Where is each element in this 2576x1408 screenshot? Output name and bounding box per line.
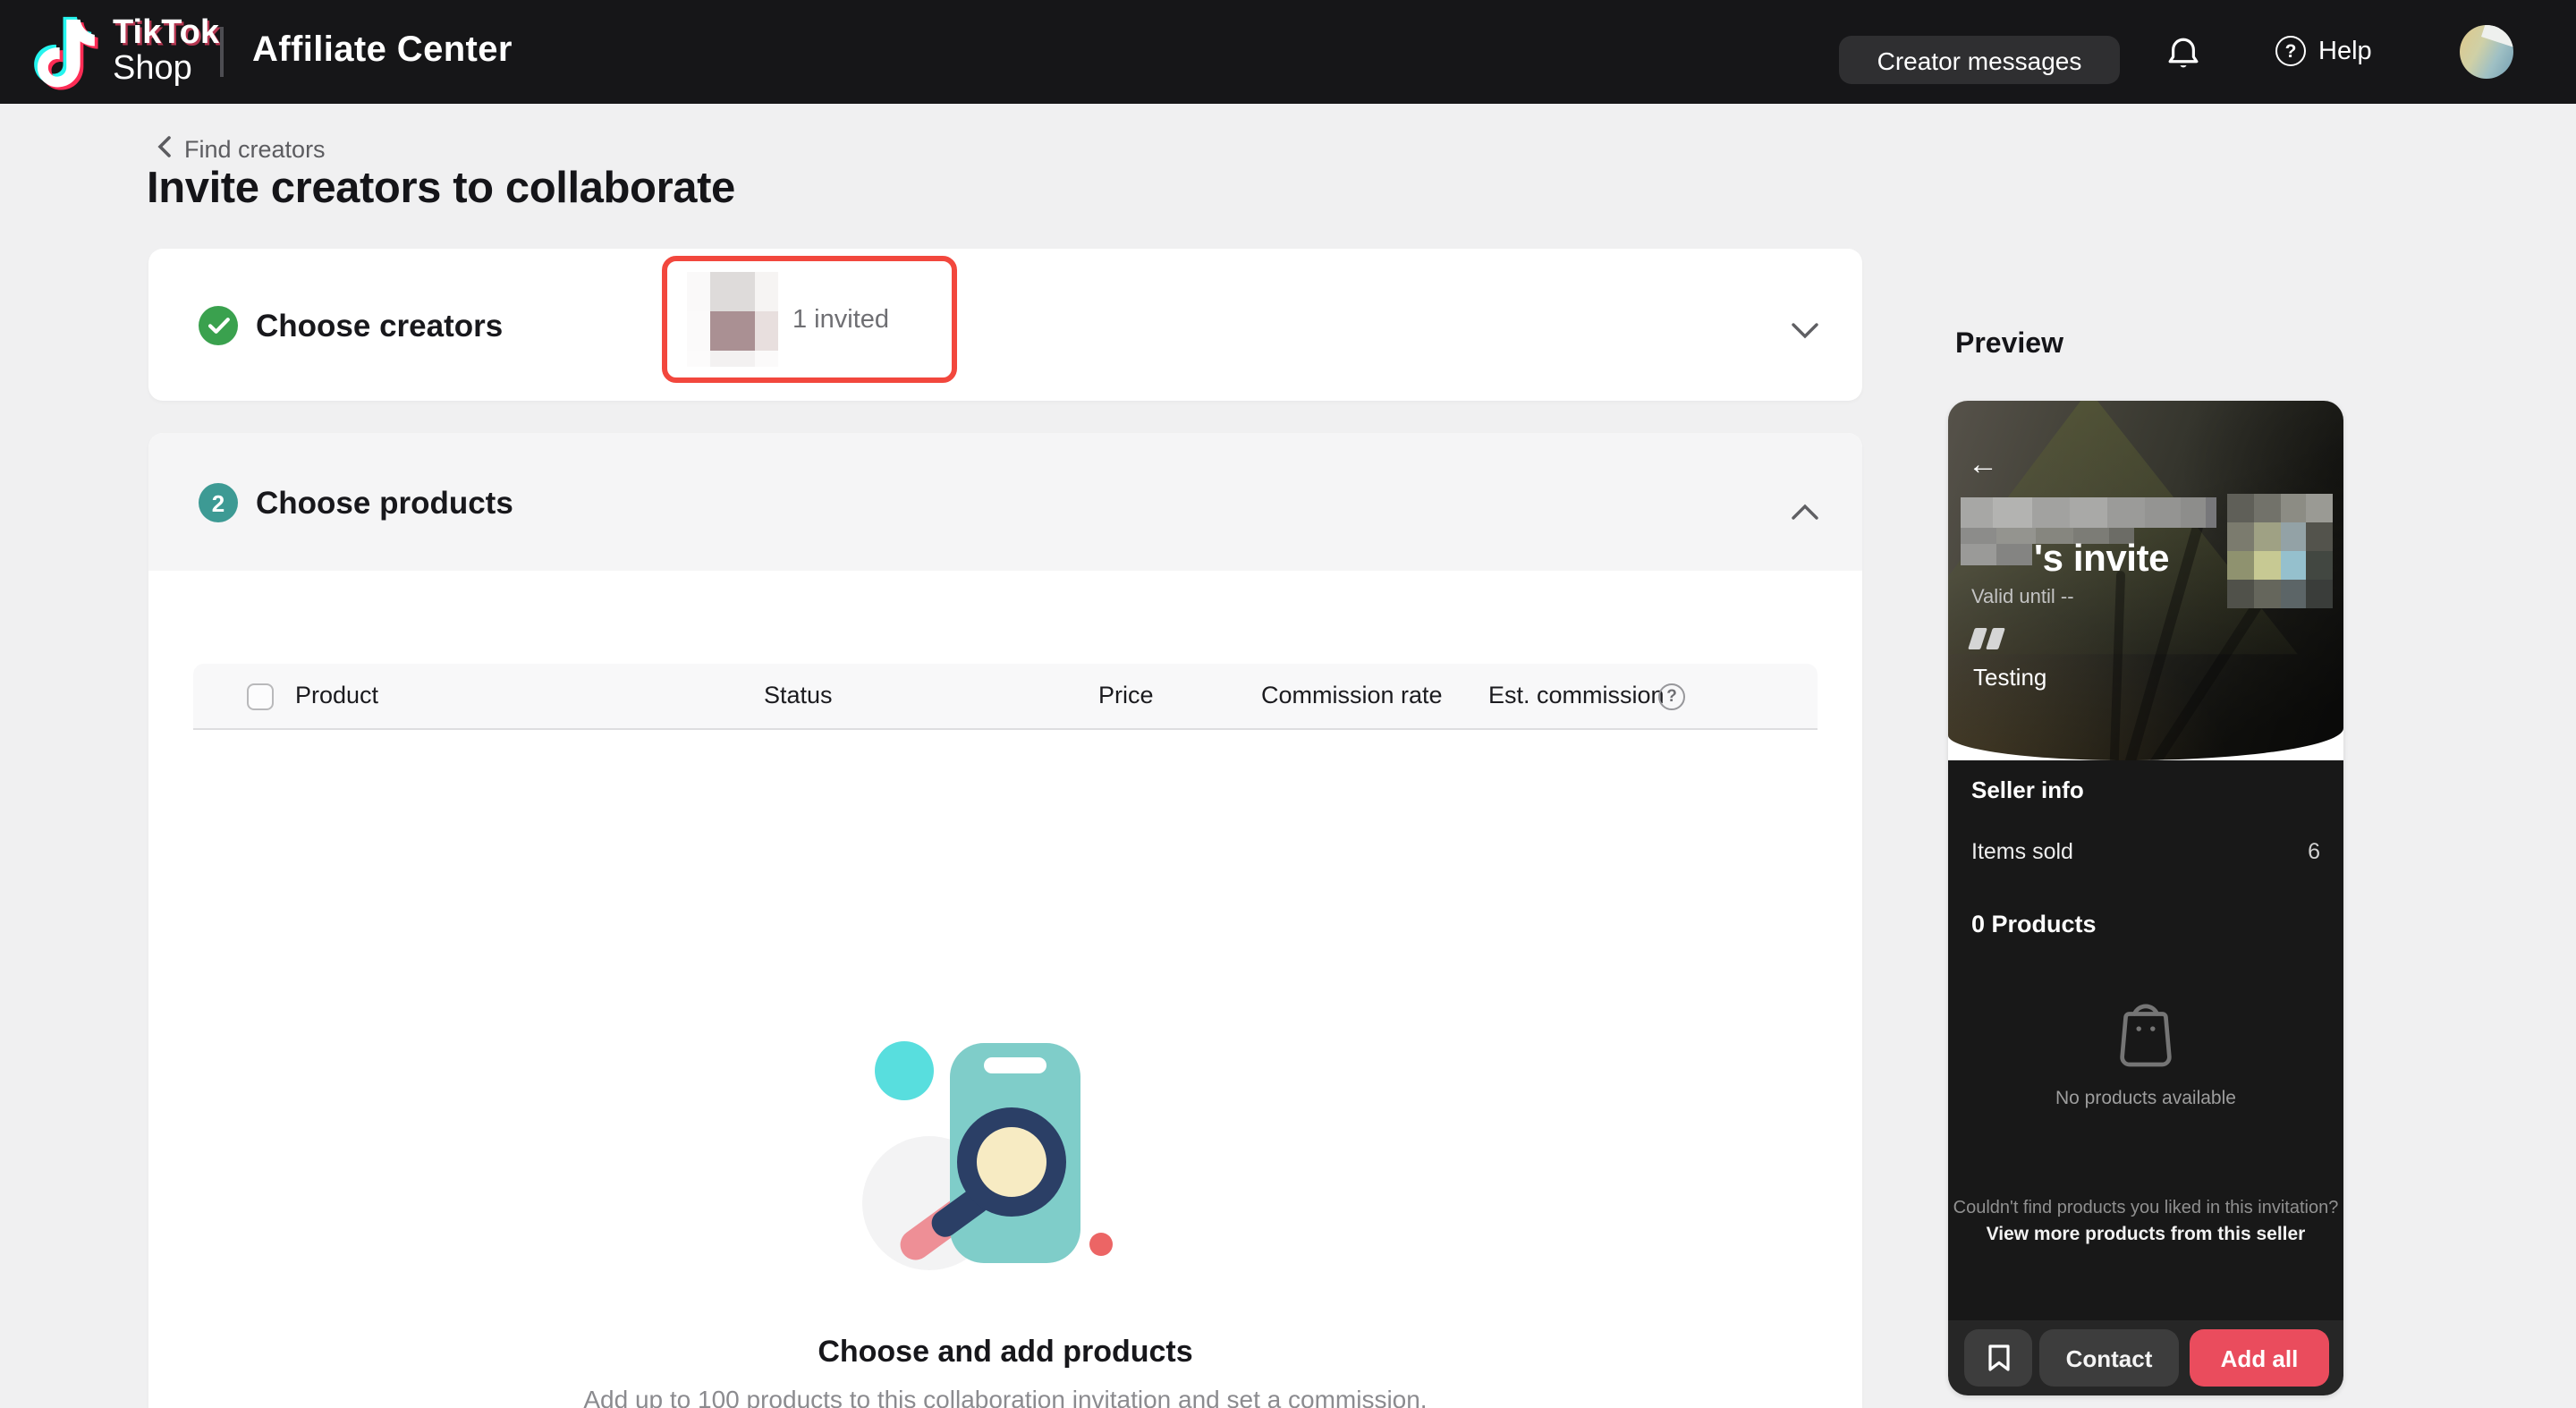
tiktok-logo-icon[interactable] (34, 16, 100, 95)
invite-hero-image: ← 's invite Valid until -- (1948, 401, 2343, 760)
invited-count-label: 1 invited (792, 305, 889, 334)
invited-creator-blurred-avatar (687, 272, 778, 367)
illustration-teal-dot (875, 1041, 934, 1100)
page-title: Invite creators to collaborate (147, 165, 735, 215)
preview-action-bar: Contact Add all (1948, 1320, 2343, 1395)
invite-message: Testing (1973, 664, 2046, 691)
choose-products-card: 2 Choose products Product Status Price C… (148, 433, 1862, 1408)
preview-label: Preview (1955, 329, 2063, 361)
preview-back-arrow-icon[interactable]: ← (1968, 447, 1998, 483)
choose-creators-card: Choose creators 1 invited (148, 249, 1862, 401)
column-price: Price (1098, 682, 1154, 708)
select-all-checkbox[interactable] (247, 683, 274, 710)
step-2-badge: 2 (199, 483, 238, 522)
top-bar: TikTok Shop Affiliate Center Creator mes… (0, 0, 2576, 104)
empty-products-illustration (864, 1038, 1118, 1270)
breadcrumb-back-link[interactable]: Find creators (157, 136, 326, 163)
help-question-icon: ? (2275, 36, 2306, 66)
notifications-bell-icon[interactable] (2165, 34, 2202, 73)
valid-until-label: Valid until -- (1971, 587, 2074, 608)
brand-line-1: TikTok (113, 16, 219, 52)
products-table-header: Product Status Price Commission rate Est… (193, 664, 1818, 730)
column-status: Status (764, 682, 833, 708)
invited-creators-annotation-box[interactable]: 1 invited (662, 256, 957, 383)
column-est-commission: Est. commission (1488, 682, 1665, 708)
seller-info-panel: Seller info Items sold 6 0 Products No p… (1948, 760, 2343, 1320)
brand-wordmark[interactable]: TikTok Shop (113, 16, 219, 88)
expand-creators-chevron-down-icon[interactable] (1791, 317, 1819, 335)
illustration-red-dot (1089, 1233, 1113, 1256)
no-products-label: No products available (1948, 1088, 2343, 1109)
empty-state-title: Choose and add products (148, 1335, 1862, 1370)
bookmark-button[interactable] (1964, 1329, 2032, 1387)
back-chevron-icon (157, 136, 172, 163)
magnifier-lens-icon (957, 1107, 1066, 1217)
column-product: Product (295, 682, 378, 708)
est-commission-help-icon[interactable]: ? (1658, 683, 1685, 710)
app-title: Affiliate Center (252, 30, 513, 72)
items-sold-value: 6 (2308, 839, 2320, 864)
step-complete-check-icon (199, 306, 238, 345)
add-all-button[interactable]: Add all (2190, 1329, 2329, 1387)
items-sold-label: Items sold (1971, 839, 2073, 864)
items-sold-row: Items sold 6 (1971, 839, 2320, 864)
view-more-products-link[interactable]: View more products from this seller (1948, 1224, 2343, 1245)
help-label: Help (2318, 37, 2372, 65)
empty-bag-icon (2111, 989, 2181, 1072)
empty-state-subtitle: Add up to 100 products to this collabora… (148, 1385, 1862, 1408)
breadcrumb-label: Find creators (184, 136, 326, 163)
invite-preview-phone: ← 's invite Valid until -- (1948, 401, 2343, 1395)
choose-products-title: Choose products (256, 485, 513, 522)
quote-icon (1971, 628, 2002, 649)
invite-title-suffix: 's invite (2034, 539, 2169, 581)
affiliate-center-page: TikTok Shop Affiliate Center Creator mes… (0, 0, 2576, 1408)
collapse-products-chevron-up-icon[interactable] (1791, 497, 1819, 515)
seller-info-title: Seller info (1971, 776, 2084, 803)
column-commission-rate: Commission rate (1261, 682, 1443, 708)
brand-line-2: Shop (113, 52, 219, 88)
products-count-heading: 0 Products (1971, 911, 2097, 937)
contact-button[interactable]: Contact (2039, 1329, 2179, 1387)
illustration-phone-notch (984, 1057, 1046, 1073)
not-found-question: Couldn't find products you liked in this… (1948, 1199, 2343, 1218)
topbar-divider (220, 27, 224, 77)
choose-products-header[interactable]: 2 Choose products (148, 433, 1862, 571)
choose-creators-title: Choose creators (256, 308, 503, 345)
blurred-seller-avatar (2227, 494, 2333, 608)
creator-messages-button[interactable]: Creator messages (1839, 36, 2120, 84)
account-avatar[interactable] (2460, 25, 2513, 79)
help-menu[interactable]: ? Help (2275, 36, 2372, 66)
